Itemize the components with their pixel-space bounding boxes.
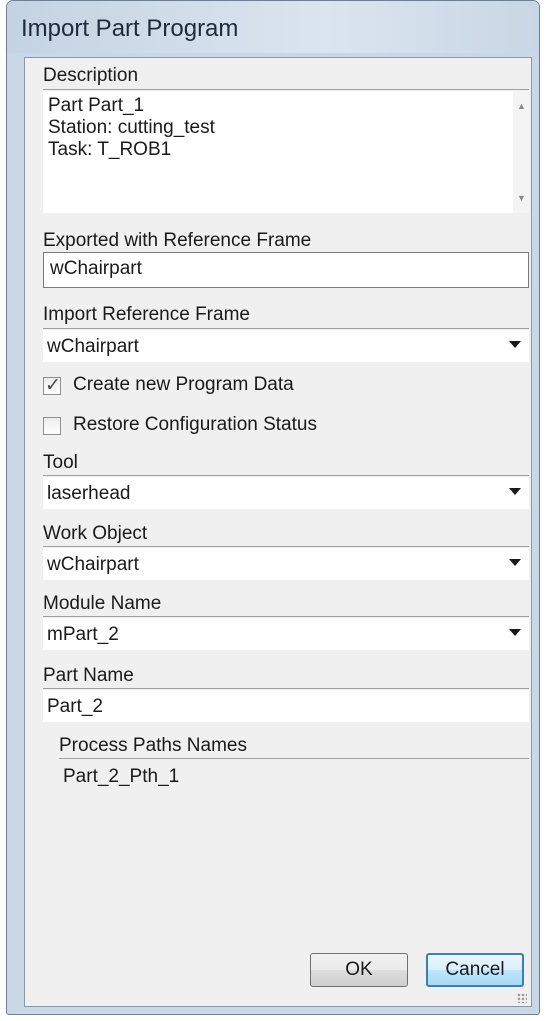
description-line: Task: T_ROB1 xyxy=(48,139,172,160)
exported-frame-label: Exported with Reference Frame xyxy=(43,230,312,251)
work-object-value: wChairpart xyxy=(47,554,139,575)
import-frame-value: wChairpart xyxy=(47,336,139,357)
scroll-down-icon[interactable]: ▼ xyxy=(517,193,526,203)
resize-grip-icon[interactable] xyxy=(517,993,527,1003)
description-text: Part Part_1 Station: cutting_test Task: … xyxy=(48,95,215,161)
create-program-data-label: Create new Program Data xyxy=(73,374,294,395)
description-textarea[interactable]: Part Part_1 Station: cutting_test Task: … xyxy=(43,91,529,213)
checkmark-icon: ✓ xyxy=(45,375,61,396)
import-part-program-dialog: Import Part Program Description Part Par… xyxy=(6,0,540,1015)
tool-select[interactable]: laserhead xyxy=(43,477,529,509)
work-object-divider xyxy=(43,546,529,547)
restore-config-label: Restore Configuration Status xyxy=(73,414,317,435)
tool-label: Tool xyxy=(43,452,78,473)
module-name-select[interactable]: mPart_2 xyxy=(43,618,529,650)
title-bar[interactable]: Import Part Program xyxy=(7,1,539,53)
module-name-value: mPart_2 xyxy=(47,624,119,645)
import-frame-divider xyxy=(43,328,529,329)
list-item[interactable]: Part_2_Pth_1 xyxy=(63,766,179,788)
part-name-label: Part Name xyxy=(43,665,134,686)
part-name-divider xyxy=(43,688,529,689)
process-paths-label: Process Paths Names xyxy=(59,735,247,756)
module-name-divider xyxy=(43,616,529,617)
description-divider xyxy=(43,89,529,90)
chevron-down-icon[interactable] xyxy=(509,629,521,636)
module-name-label: Module Name xyxy=(43,593,162,614)
exported-frame-field[interactable]: wChairpart xyxy=(43,252,529,288)
restore-config-checkbox[interactable] xyxy=(43,417,61,435)
process-paths-divider xyxy=(59,758,529,759)
description-scrollbar[interactable]: ▲ ▼ xyxy=(513,91,529,213)
part-name-field[interactable]: Part_2 xyxy=(43,690,529,722)
chevron-down-icon[interactable] xyxy=(509,341,521,348)
description-line: Station: cutting_test xyxy=(48,117,215,138)
work-object-select[interactable]: wChairpart xyxy=(43,548,529,580)
import-frame-label: Import Reference Frame xyxy=(43,304,250,325)
window-title: Import Part Program xyxy=(21,15,239,42)
work-object-label: Work Object xyxy=(43,523,148,544)
scroll-up-icon[interactable]: ▲ xyxy=(517,101,526,111)
tool-value: laserhead xyxy=(47,483,131,504)
create-program-data-checkbox[interactable]: ✓ xyxy=(43,375,61,396)
ok-button[interactable]: OK xyxy=(310,953,408,987)
process-paths-list[interactable]: Part_2_Pth_1 xyxy=(59,760,529,970)
chevron-down-icon[interactable] xyxy=(509,488,521,495)
cancel-button[interactable]: Cancel xyxy=(426,953,524,987)
part-name-value: Part_2 xyxy=(47,696,103,717)
dialog-body: Description Part Part_1 Station: cutting… xyxy=(24,57,532,1007)
import-frame-select[interactable]: wChairpart xyxy=(43,330,529,362)
chevron-down-icon[interactable] xyxy=(509,559,521,566)
description-line: Part Part_1 xyxy=(48,95,145,116)
description-label: Description xyxy=(43,65,139,86)
tool-divider xyxy=(43,475,529,476)
